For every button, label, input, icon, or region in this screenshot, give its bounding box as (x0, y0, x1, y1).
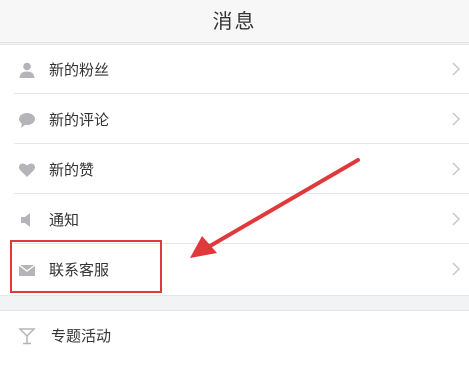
chevron-right-icon (452, 112, 461, 126)
list-item-label: 专题活动 (51, 327, 112, 345)
page-title: 消息 (212, 9, 257, 33)
nav-header: 消息 (0, 0, 469, 43)
list-item-label: 联系客服 (49, 261, 110, 279)
list-item-special-events[interactable]: 专题活动 (0, 311, 469, 360)
heart-icon (19, 163, 35, 177)
mail-icon (18, 264, 36, 276)
divider (14, 193, 469, 194)
chevron-right-icon (452, 262, 461, 276)
divider (14, 143, 469, 144)
chevron-right-icon (452, 62, 461, 76)
divider (14, 93, 469, 94)
divider (14, 243, 469, 244)
message-list: 新的粉丝 新的评论 新的赞 通知 联系客服 (0, 44, 469, 296)
list-item-new-fans[interactable]: 新的粉丝 (0, 45, 469, 94)
list-item-notifications[interactable]: 通知 (0, 195, 469, 244)
chevron-right-icon (452, 212, 461, 226)
list-item-label: 新的赞 (49, 161, 95, 179)
list-item-label: 通知 (49, 211, 80, 229)
person-icon (19, 62, 35, 78)
list-item-label: 新的粉丝 (49, 61, 110, 79)
chevron-right-icon (452, 162, 461, 176)
list-item-new-likes[interactable]: 新的赞 (0, 145, 469, 194)
cocktail-icon (18, 328, 36, 345)
activity-list: 专题活动 (0, 310, 469, 370)
list-item-label: 新的评论 (49, 111, 110, 129)
comment-icon (19, 113, 35, 128)
list-item-new-comments[interactable]: 新的评论 (0, 95, 469, 144)
list-item-contact-support[interactable]: 联系客服 (0, 245, 469, 294)
speaker-icon (21, 213, 30, 227)
